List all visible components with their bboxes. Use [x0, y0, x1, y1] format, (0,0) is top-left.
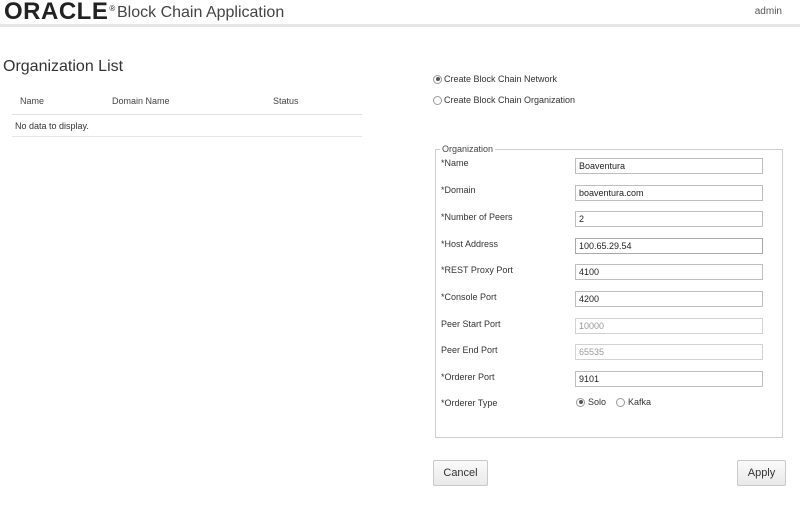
radio-label: Create Block Chain Organization — [444, 95, 576, 105]
radio-button[interactable] — [616, 397, 626, 407]
radio-label: Create Block Chain Network — [444, 74, 558, 84]
radio-label: Solo — [588, 397, 607, 407]
radio-create-organization[interactable]: Create Block Chain Organization — [433, 95, 575, 105]
apply-button[interactable]: Apply — [737, 460, 786, 486]
page-title: Organization List — [3, 58, 124, 75]
orderer-port-label: *Orderer Port — [441, 372, 495, 382]
user-menu[interactable]: admin — [755, 6, 782, 17]
domain-field[interactable] — [575, 185, 763, 201]
column-header-name[interactable]: Name — [20, 96, 44, 106]
table-empty-row: No data to display. — [12, 115, 362, 137]
rest-proxy-port-label: *REST Proxy Port — [441, 265, 513, 275]
app-title: Block Chain Application — [117, 4, 285, 21]
cancel-button[interactable]: Cancel — [433, 460, 488, 486]
app-header: ORACLE® Block Chain Application admin — [0, 0, 800, 25]
radio-button[interactable] — [433, 74, 442, 84]
column-header-domain[interactable]: Domain Name — [112, 96, 170, 106]
number-of-peers-field[interactable] — [575, 211, 763, 227]
table-header: Name Domain Name Status — [12, 94, 362, 115]
host-address-field[interactable] — [575, 238, 763, 254]
header-divider — [0, 24, 800, 27]
orderer-port-field[interactable] — [575, 371, 763, 387]
console-port-label: *Console Port — [441, 292, 497, 302]
name-label: *Name — [441, 158, 469, 168]
console-port-field[interactable] — [575, 291, 763, 307]
host-address-label: *Host Address — [441, 239, 499, 249]
radio-button[interactable] — [433, 95, 442, 105]
radio-button[interactable] — [576, 397, 585, 407]
peer-end-port-label: Peer End Port — [441, 345, 498, 355]
fieldset-legend: Organization — [440, 144, 496, 154]
domain-label: *Domain — [441, 185, 476, 195]
orderer-type-solo[interactable]: Solo — [576, 397, 606, 407]
orderer-type-group: Solo Kafka — [576, 397, 661, 407]
radio-label: Kafka — [628, 397, 652, 407]
rest-proxy-port-field[interactable] — [575, 264, 763, 280]
column-header-status[interactable]: Status — [273, 96, 299, 106]
peer-end-port-field[interactable] — [575, 344, 763, 360]
peer-start-port-field[interactable] — [575, 318, 763, 334]
oracle-logo: ORACLE® — [4, 0, 116, 25]
number-of-peers-label: *Number of Peers — [441, 212, 513, 222]
empty-message: No data to display. — [15, 121, 89, 131]
peer-start-port-label: Peer Start Port — [441, 319, 501, 329]
name-field[interactable] — [575, 158, 763, 174]
orderer-type-label: *Orderer Type — [441, 398, 498, 408]
radio-create-network[interactable]: Create Block Chain Network — [433, 74, 557, 84]
orderer-type-kafka[interactable]: Kafka — [616, 397, 651, 407]
